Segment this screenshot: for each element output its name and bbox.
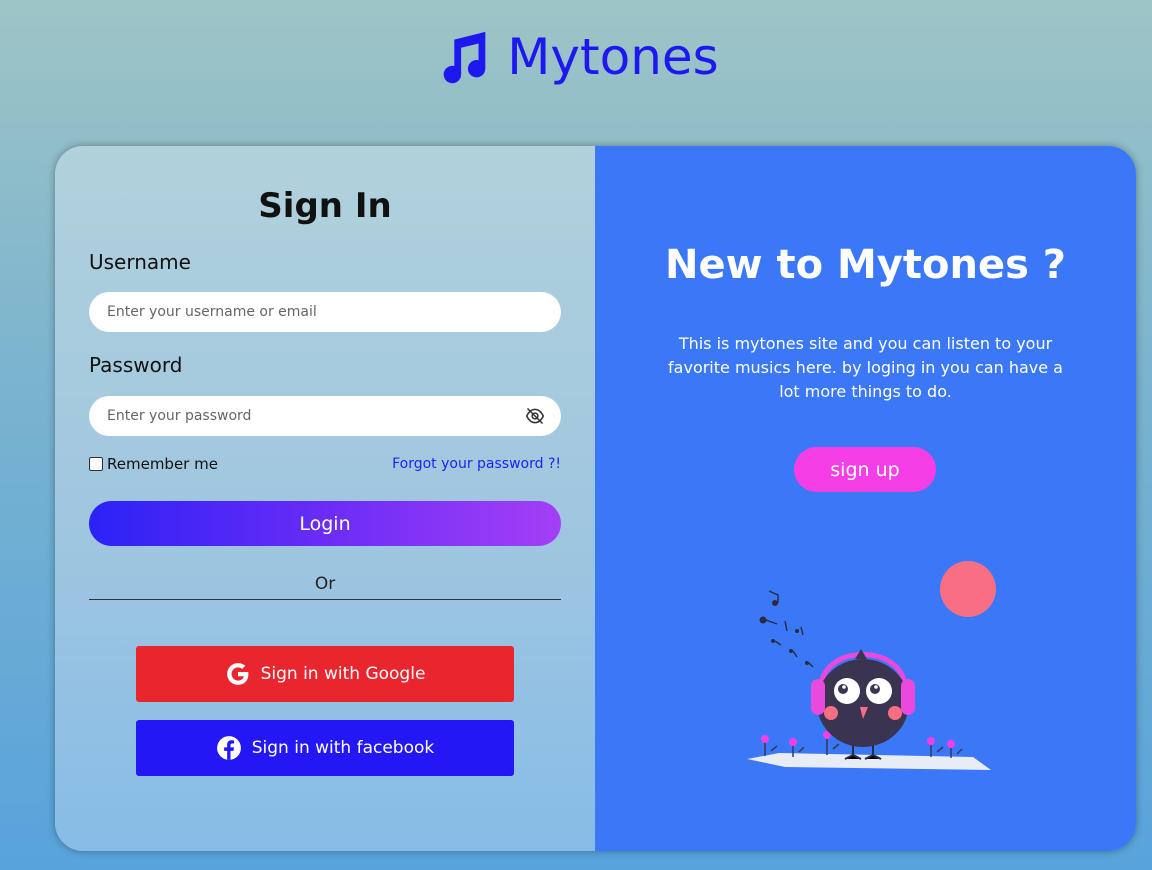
username-input[interactable]: Enter your username or email — [89, 292, 561, 332]
username-placeholder: Enter your username or email — [107, 304, 317, 320]
password-label: Password — [89, 353, 183, 377]
eye-slash-icon[interactable] — [525, 407, 545, 425]
signin-title: Sign In — [258, 186, 392, 226]
google-signin-button[interactable]: Sign in with Google — [136, 646, 514, 702]
google-icon — [226, 663, 248, 685]
remember-label: Remember me — [107, 455, 218, 473]
signup-button[interactable]: sign up — [794, 447, 936, 492]
signin-panel: Sign In Username Enter your username or … — [55, 146, 595, 851]
auth-card: Sign In Username Enter your username or … — [55, 146, 1136, 851]
facebook-signin-button[interactable]: Sign in with facebook — [136, 720, 514, 776]
or-separator-label: Or — [314, 574, 336, 594]
forgot-password-link[interactable]: Forgot your password ?! — [392, 456, 561, 472]
facebook-icon — [216, 736, 241, 760]
brand-header: Mytones — [0, 26, 1152, 88]
signup-promo-panel: New to Mytones ? This is mytones site an… — [595, 146, 1136, 851]
facebook-signin-label: Sign in with facebook — [251, 738, 435, 758]
password-placeholder: Enter your password — [107, 408, 252, 424]
divider — [89, 599, 561, 600]
promo-description: This is mytones site and you can listen … — [668, 334, 1063, 401]
google-signin-label: Sign in with Google — [260, 664, 426, 684]
login-button[interactable]: Login — [89, 501, 561, 546]
music-note-icon — [443, 31, 486, 84]
bird-with-headphones-illustration — [747, 561, 996, 770]
username-label: Username — [89, 250, 191, 274]
sun-shape — [940, 561, 996, 617]
promo-title: New to Mytones ? — [664, 242, 1067, 288]
remember-me[interactable]: Remember me — [89, 455, 218, 473]
brand-name: Mytones — [507, 28, 719, 86]
password-input[interactable]: Enter your password — [89, 396, 561, 436]
remember-checkbox[interactable] — [89, 457, 103, 471]
